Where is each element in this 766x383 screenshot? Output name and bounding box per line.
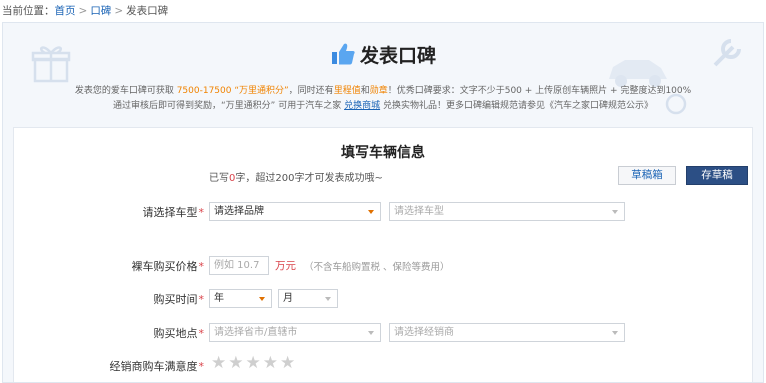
- year-select-value: 年: [214, 293, 224, 304]
- model-select-value: 请选择车型: [394, 206, 444, 217]
- star-icon[interactable]: ★: [280, 355, 295, 372]
- purchase-place-label: 购买地点*: [154, 325, 205, 341]
- city-select[interactable]: 请选择省市/直辖市: [209, 323, 381, 342]
- month-select-value: 月: [283, 293, 293, 304]
- dealer-select[interactable]: 请选择经销商: [389, 323, 625, 342]
- satisfaction-label: 经销商购车满意度*: [110, 358, 205, 374]
- drafts-button[interactable]: 草稿箱: [618, 166, 676, 185]
- model-label: 请选择车型*: [143, 204, 205, 220]
- required-mark: *: [198, 206, 205, 219]
- medal: 勋章: [369, 86, 388, 96]
- points-name: “万里通积分”: [231, 86, 289, 96]
- chevron-down-icon: [325, 297, 331, 301]
- star-icon[interactable]: ★: [246, 355, 261, 372]
- desc-text: ，同时还有: [288, 86, 334, 96]
- save-draft-button[interactable]: 存草稿: [686, 166, 748, 185]
- chevron-down-icon: [259, 297, 265, 301]
- star-icon[interactable]: ★: [211, 355, 226, 372]
- desc-text: 发表您的爱车口碑可获取: [74, 86, 177, 96]
- satisfaction-label-text: 经销商购车满意度: [109, 360, 198, 373]
- breadcrumb-separator: >: [78, 5, 88, 17]
- star-icon[interactable]: ★: [263, 355, 278, 372]
- model-label-text: 请选择车型: [142, 206, 198, 219]
- breadcrumb: 当前位置：首页 > 口碑 > 发表口碑: [2, 3, 168, 18]
- brand-select[interactable]: 请选择品牌: [209, 202, 381, 221]
- price-label-text: 裸车购买价格: [131, 260, 198, 273]
- price-unit: 万元: [275, 260, 296, 272]
- month-select[interactable]: 月: [278, 289, 338, 308]
- word-count-suffix: 字，超过200字才可发表成功哦~: [235, 173, 383, 184]
- word-count: 已写0字，超过200字才可发表成功哦~: [209, 169, 383, 184]
- desc-text: ！优秀口碑要求：文字不少于500 + 上传原创车辆照片 + 完整度达到100%: [387, 86, 692, 96]
- chevron-down-icon: [368, 210, 374, 214]
- points-range: 7500-17500: [176, 86, 232, 96]
- year-select[interactable]: 年: [209, 289, 272, 308]
- required-mark: *: [198, 293, 205, 306]
- purchase-date-label: 购买时间*: [154, 291, 205, 307]
- required-mark: *: [198, 260, 205, 273]
- breadcrumb-koubei-link[interactable]: 口碑: [90, 5, 111, 17]
- purchase-date-label-text: 购买时间: [153, 293, 198, 306]
- mileage-value: 里程值: [333, 86, 361, 96]
- brand-select-value: 请选择品牌: [214, 206, 264, 217]
- vehicle-info-form: 填写车辆信息 已写0字，超过200字才可发表成功哦~ 草稿箱 存草稿 请选择车型…: [13, 127, 753, 382]
- price-input[interactable]: 例如 10.7: [209, 256, 269, 275]
- page-title: 发表口碑: [3, 41, 763, 68]
- post-review-panel: 发表口碑 发表您的爱车口碑可获取 7500-17500 “万里通积分”，同时还有…: [2, 22, 764, 383]
- desc-text: 兑换实物礼品！更多口碑编辑规范请参见《汽车之家口碑规范公示》: [380, 101, 653, 111]
- breadcrumb-home-link[interactable]: 首页: [55, 5, 76, 17]
- breadcrumb-prefix: 当前位置：: [2, 5, 55, 17]
- model-select[interactable]: 请选择车型: [389, 202, 625, 221]
- breadcrumb-current: 发表口碑: [126, 5, 169, 17]
- breadcrumb-separator: >: [114, 5, 124, 17]
- star-icon[interactable]: ★: [228, 355, 243, 372]
- required-mark: *: [198, 327, 205, 340]
- desc-text: 和: [360, 86, 370, 96]
- desc-text: 通过审核后即可得到奖励，“万里通积分” 可用于汽车之家: [113, 101, 345, 111]
- price-label: 裸车购买价格*: [132, 258, 205, 274]
- exchange-mall-link[interactable]: 兑换商城: [344, 101, 380, 111]
- required-mark: *: [198, 360, 205, 373]
- thumbs-up-icon: [331, 43, 355, 65]
- form-title: 填写车辆信息: [341, 145, 425, 161]
- price-hint: （不含车船购置税 、保险等费用）: [304, 262, 450, 273]
- chevron-down-icon: [612, 210, 618, 214]
- review-rules-description: 通过审核后即可得到奖励，“万里通积分” 可用于汽车之家 兑换商城 兑换实物礼品！…: [3, 98, 763, 111]
- reward-description: 发表您的爱车口碑可获取 7500-17500 “万里通积分”，同时还有里程值和勋…: [3, 83, 763, 96]
- chevron-down-icon: [368, 331, 374, 335]
- chevron-down-icon: [612, 331, 618, 335]
- word-count-prefix: 已写: [209, 173, 229, 184]
- purchase-place-label-text: 购买地点: [153, 327, 198, 340]
- dealer-select-value: 请选择经销商: [394, 327, 454, 338]
- city-select-value: 请选择省市/直辖市: [214, 327, 298, 338]
- satisfaction-stars: ★ ★ ★ ★ ★: [211, 355, 297, 372]
- page-title-text: 发表口碑: [359, 45, 436, 67]
